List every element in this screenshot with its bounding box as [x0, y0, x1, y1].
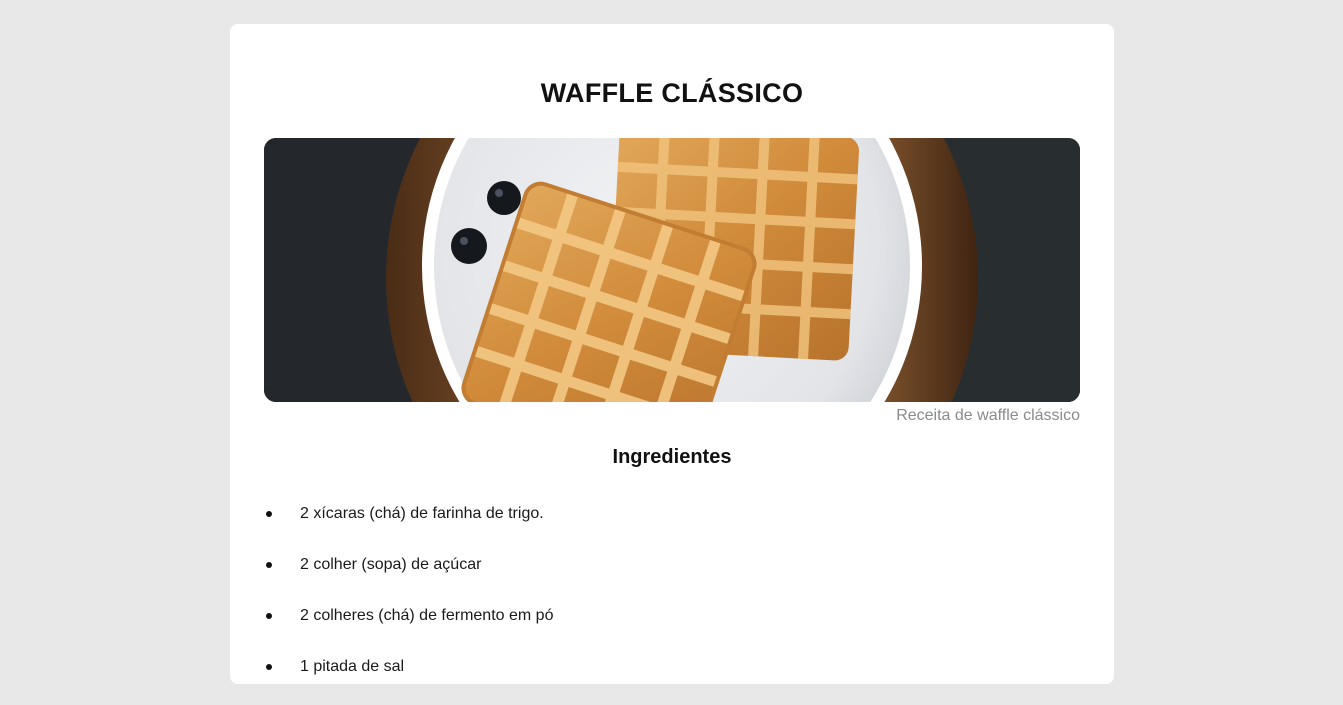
ingredients-list: 2 xícaras (chá) de farinha de trigo. 2 c…	[264, 501, 1064, 705]
ingredients-heading: Ingredientes	[612, 446, 732, 468]
recipe-image	[264, 138, 1080, 402]
bullet-icon	[266, 664, 272, 670]
recipe-title: WAFFLE CLÁSSICO	[540, 78, 804, 108]
image-caption: Receita de waffle clássico	[896, 407, 1080, 424]
recipe-card: WAFFLE CLÁSSICO Receita de waffle clássi…	[230, 24, 1114, 684]
ingredient-text: 1 pitada de sal	[300, 658, 405, 675]
list-item: 1 pitada de sal	[264, 654, 1064, 705]
ingredient-text: 2 colher (sopa) de açúcar	[300, 556, 482, 573]
ingredient-text: 2 xícaras (chá) de farinha de trigo.	[300, 505, 544, 522]
list-item: 2 colher (sopa) de açúcar	[264, 552, 1064, 603]
waffle-photo	[264, 138, 1080, 402]
list-item: 2 xícaras (chá) de farinha de trigo.	[264, 501, 1064, 552]
bullet-icon	[266, 613, 272, 619]
list-item: 2 colheres (chá) de fermento em pó	[264, 603, 1064, 654]
bullet-icon	[266, 562, 272, 568]
ingredient-text: 2 colheres (chá) de fermento em pó	[300, 607, 554, 624]
bullet-icon	[266, 511, 272, 517]
